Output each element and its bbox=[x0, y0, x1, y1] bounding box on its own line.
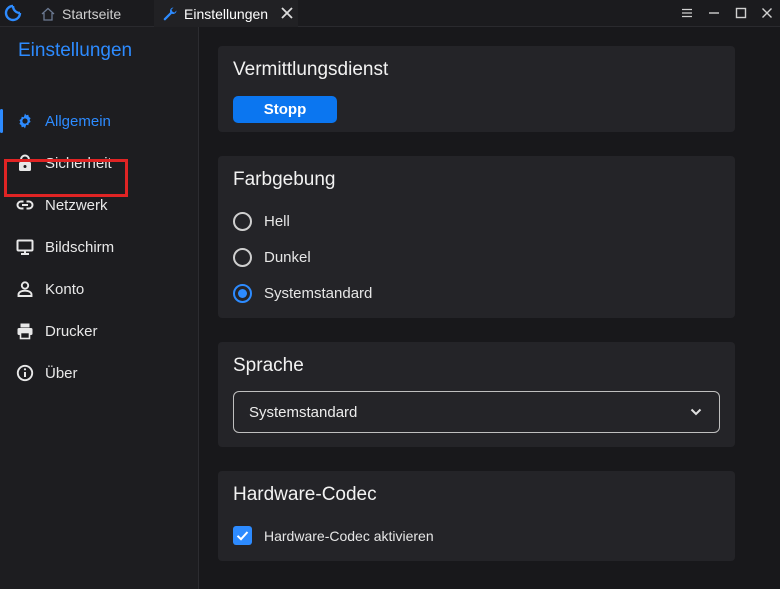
radio-label: Dunkel bbox=[264, 248, 311, 266]
gear-icon bbox=[19, 113, 31, 129]
sidebar-item-konto[interactable]: Konto bbox=[0, 269, 199, 309]
card-title: Hardware-Codec bbox=[233, 484, 377, 505]
sidebar-item-drucker[interactable]: Drucker bbox=[0, 311, 199, 351]
sidebar-item-bildschirm[interactable]: Bildschirm bbox=[0, 227, 199, 267]
language-select-value: Systemstandard bbox=[249, 403, 358, 421]
language-select[interactable]: Systemstandard bbox=[233, 391, 720, 433]
sidebar-item-label: Allgemein bbox=[45, 112, 111, 130]
radio-label: Hell bbox=[264, 212, 290, 230]
link-icon bbox=[16, 200, 34, 210]
monitor-icon bbox=[16, 239, 34, 255]
sidebar-item-label: Netzwerk bbox=[45, 196, 108, 214]
checkmark-icon bbox=[236, 531, 249, 541]
radio-option-dunkel[interactable]: Dunkel bbox=[233, 245, 311, 269]
close-tab-icon[interactable] bbox=[280, 6, 294, 20]
tab-einstellungen[interactable]: Einstellungen bbox=[154, 0, 298, 27]
sidebar-item-label: Drucker bbox=[45, 322, 98, 340]
sidebar-item-label: Bildschirm bbox=[45, 238, 115, 256]
info-icon bbox=[16, 364, 34, 382]
sidebar-item-allgemein[interactable]: Allgemein bbox=[0, 101, 199, 141]
radio-option-systemstandard[interactable]: Systemstandard bbox=[233, 281, 372, 305]
menu-icon[interactable] bbox=[679, 5, 695, 21]
home-icon bbox=[41, 7, 55, 21]
card-farbgebung: Farbgebung Hell Dunkel Systemstandard bbox=[218, 156, 735, 318]
app-logo-icon bbox=[4, 4, 22, 22]
sidebar-item-ueber[interactable]: Über bbox=[0, 353, 199, 393]
sidebar: Einstellungen Allgemein Sicherheit Netzw… bbox=[0, 27, 199, 589]
user-icon bbox=[17, 281, 33, 297]
checkbox-label: Hardware-Codec aktivieren bbox=[264, 527, 434, 544]
stop-button[interactable]: Stopp bbox=[233, 96, 337, 123]
wrench-icon bbox=[163, 6, 177, 20]
highlight-box bbox=[4, 159, 128, 197]
card-sprache: Sprache Systemstandard bbox=[218, 342, 735, 447]
radio-button[interactable] bbox=[233, 247, 252, 267]
minimize-icon[interactable] bbox=[706, 5, 722, 21]
tab-label: Startseite bbox=[62, 5, 122, 22]
card-vermittlungsdienst: Vermittlungsdienst Stopp bbox=[218, 46, 735, 132]
printer-icon bbox=[17, 323, 33, 340]
chevron-down-icon bbox=[690, 408, 702, 416]
hardware-codec-checkbox-row[interactable]: Hardware-Codec aktivieren bbox=[233, 526, 434, 545]
sidebar-item-label: Konto bbox=[45, 280, 85, 298]
card-title: Farbgebung bbox=[233, 169, 336, 190]
maximize-icon[interactable] bbox=[733, 5, 749, 21]
sidebar-item-label: Über bbox=[45, 364, 78, 382]
radio-label: Systemstandard bbox=[264, 284, 373, 302]
tab-label: Einstellungen bbox=[184, 5, 269, 22]
radio-button-selected[interactable] bbox=[233, 283, 252, 303]
card-title: Sprache bbox=[233, 355, 304, 376]
radio-button[interactable] bbox=[233, 211, 252, 231]
tab-startseite[interactable]: Startseite bbox=[40, 0, 121, 27]
card-hardware-codec: Hardware-Codec Hardware-Codec aktivieren bbox=[218, 471, 735, 561]
card-title: Vermittlungsdienst bbox=[233, 59, 389, 80]
close-window-icon[interactable] bbox=[759, 5, 775, 21]
radio-option-hell[interactable]: Hell bbox=[233, 209, 290, 233]
title-bar: Startseite Einstellungen bbox=[0, 0, 780, 27]
sidebar-title: Einstellungen bbox=[18, 40, 133, 61]
hardware-codec-checkbox[interactable] bbox=[233, 526, 252, 545]
